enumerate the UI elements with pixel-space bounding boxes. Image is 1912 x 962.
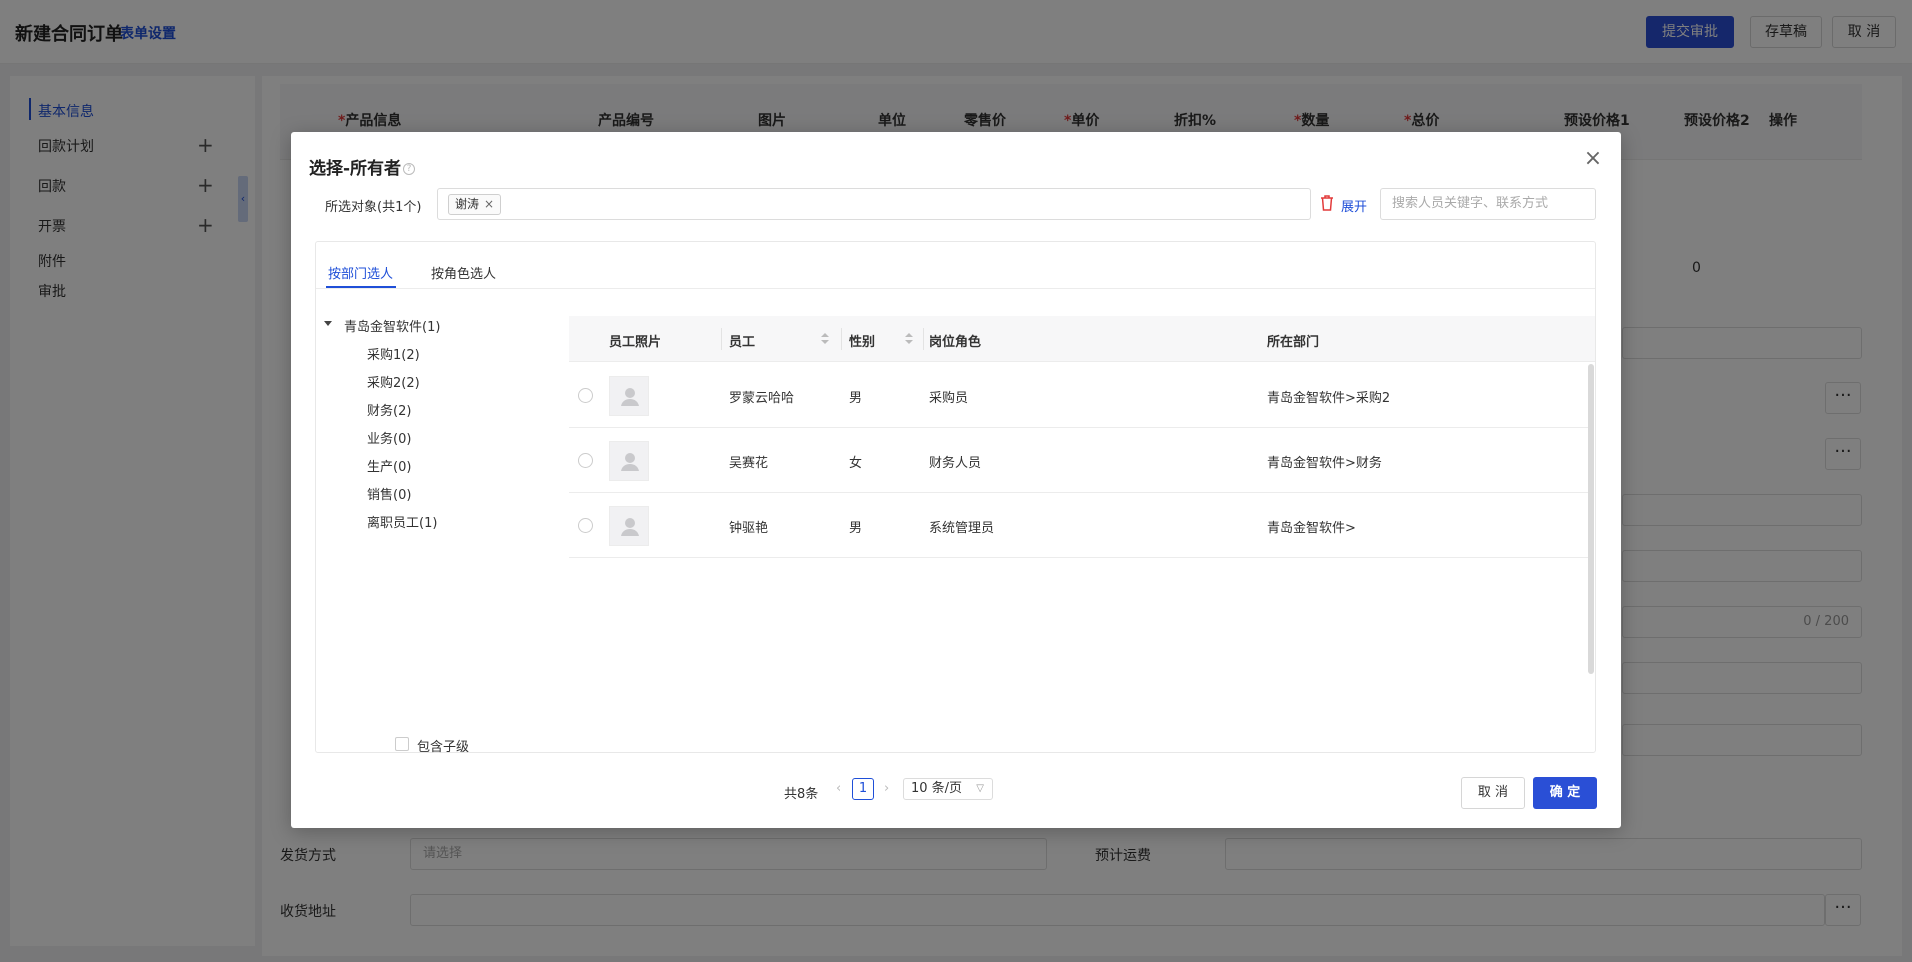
include-children-label: 包含子级 <box>417 740 470 755</box>
user-placeholder-icon <box>621 388 639 406</box>
employee-department: 青岛金智软件>采购2 <box>1267 391 1391 406</box>
col-employee[interactable]: 员工 <box>729 331 755 350</box>
employee-name: 吴赛花 <box>729 456 769 471</box>
employee-role: 系统管理员 <box>929 521 995 536</box>
table-row[interactable]: 钟驱艳 男 系统管理员 青岛金智软件> <box>569 493 1589 558</box>
col-photo: 员工照片 <box>609 335 662 350</box>
selected-objects-box[interactable]: 谢涛 × <box>437 188 1311 220</box>
sort-icon[interactable] <box>821 333 829 345</box>
employee-name: 罗蒙云哈哈 <box>729 391 795 406</box>
col-separator <box>841 328 842 350</box>
select-owner-dialog: 选择-所有者? × 所选对象(共1个) 谢涛 × 展开 搜索人员关键字、联系方式 … <box>291 132 1621 828</box>
tab-by-role[interactable]: 按角色选人 <box>431 263 496 282</box>
page-number[interactable]: 1 <box>852 778 874 800</box>
expand-link[interactable]: 展开 <box>1341 196 1367 215</box>
col-role: 岗位角色 <box>929 335 982 350</box>
tree-node-sales[interactable]: 销售(0) <box>367 484 411 503</box>
tag-remove-icon[interactable]: × <box>484 197 494 211</box>
help-icon[interactable]: ? <box>403 163 416 175</box>
include-children-checkbox[interactable] <box>395 737 409 751</box>
table-scrollbar[interactable] <box>1588 364 1594 674</box>
tree-node-root[interactable]: 青岛金智软件(1) <box>344 316 440 335</box>
col-separator <box>721 328 722 350</box>
selector-panel: 按部门选人 按角色选人 青岛金智软件(1) 采购1(2) 采购2(2) 财务(2… <box>315 241 1596 755</box>
employee-department: 青岛金智软件>财务 <box>1267 456 1382 471</box>
selected-tag: 谢涛 × <box>448 194 502 215</box>
pagination-total: 共8条 <box>784 787 819 802</box>
col-gender[interactable]: 性别 <box>849 331 875 350</box>
avatar <box>609 441 649 481</box>
tab-by-department[interactable]: 按部门选人 <box>328 263 393 282</box>
employee-gender: 男 <box>849 391 863 406</box>
row-radio[interactable] <box>578 388 593 403</box>
user-placeholder-icon <box>621 518 639 536</box>
tab-divider <box>316 288 1595 289</box>
search-input[interactable]: 搜索人员关键字、联系方式 <box>1380 188 1596 220</box>
employee-gender: 女 <box>849 456 863 471</box>
dialog-cancel-button[interactable]: 取 消 <box>1461 777 1525 809</box>
page-size-select[interactable]: 10 条/页 ▽ <box>903 778 993 800</box>
employee-name: 钟驱艳 <box>729 521 769 536</box>
employee-role: 财务人员 <box>929 456 982 471</box>
row-radio[interactable] <box>578 453 593 468</box>
col-separator <box>923 328 924 350</box>
caret-down-icon[interactable] <box>324 321 332 326</box>
sort-icon[interactable] <box>905 333 913 345</box>
dialog-confirm-button[interactable]: 确 定 <box>1533 777 1597 809</box>
tree-node-purchase-2[interactable]: 采购2(2) <box>367 372 420 391</box>
next-page-icon[interactable]: › <box>884 781 889 796</box>
close-icon[interactable]: × <box>1583 148 1603 170</box>
avatar <box>609 506 649 546</box>
dialog-title: 选择-所有者? <box>309 154 416 179</box>
user-placeholder-icon <box>621 453 639 471</box>
tree-node-production[interactable]: 生产(0) <box>367 456 411 475</box>
chevron-down-icon: ▽ <box>976 783 984 794</box>
employee-department: 青岛金智软件> <box>1267 521 1356 536</box>
employee-table-header: 员工照片 员工 性别 岗位角色 所在部门 <box>569 316 1595 362</box>
employee-gender: 男 <box>849 521 863 536</box>
tree-node-purchase-1[interactable]: 采购1(2) <box>367 344 420 363</box>
employee-role: 采购员 <box>929 391 969 406</box>
table-row[interactable]: 罗蒙云哈哈 男 采购员 青岛金智软件>采购2 <box>569 363 1589 428</box>
row-radio[interactable] <box>578 518 593 533</box>
avatar <box>609 376 649 416</box>
col-department: 所在部门 <box>1267 335 1320 350</box>
trash-icon[interactable] <box>1319 194 1335 212</box>
tree-node-resigned[interactable]: 离职员工(1) <box>367 512 437 531</box>
tree-node-business[interactable]: 业务(0) <box>367 428 411 447</box>
tree-node-finance[interactable]: 财务(2) <box>367 400 411 419</box>
table-row[interactable]: 吴赛花 女 财务人员 青岛金智软件>财务 <box>569 428 1589 493</box>
selected-objects-label: 所选对象(共1个) <box>325 200 422 215</box>
prev-page-icon[interactable]: ‹ <box>836 781 841 796</box>
